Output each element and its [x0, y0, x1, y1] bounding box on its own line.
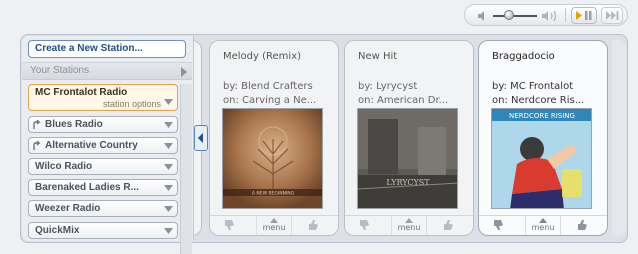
song-actions: menu — [345, 215, 473, 235]
album-art-text: A NEW BEGINNING — [252, 191, 295, 197]
station-item-weezer[interactable]: Weezer Radio — [28, 200, 178, 217]
station-item-mc-frontalot[interactable]: MC Frontalot Radio station options — [28, 84, 178, 111]
chevron-down-icon[interactable] — [164, 164, 173, 170]
station-name: Wilco Radio — [35, 161, 93, 172]
station-item-alternative-country[interactable]: Alternative Country — [28, 137, 178, 154]
album-art[interactable]: LYRYCYST — [357, 108, 458, 209]
menu-label: menu — [262, 223, 286, 232]
station-name: Alternative Country — [45, 140, 138, 151]
station-options-link[interactable]: station options — [103, 97, 161, 110]
song-artist[interactable]: by: MC Frontalot — [492, 81, 606, 92]
shared-station-icon — [33, 120, 41, 129]
volume-low-icon[interactable] — [477, 10, 489, 22]
song-artist[interactable]: by: Lyrycyst — [358, 81, 472, 92]
quickmix-label: QuickMix — [35, 225, 80, 236]
chevron-down-icon[interactable] — [164, 122, 173, 128]
station-item-blues[interactable]: Blues Radio — [28, 116, 178, 133]
chevron-right-icon — [181, 67, 187, 77]
station-name: Barenaked Ladies R... — [35, 182, 139, 193]
station-list-scrollbar[interactable] — [180, 84, 192, 254]
station-item-wilco[interactable]: Wilco Radio — [28, 158, 178, 175]
album-art[interactable]: A NEW BEGINNING — [222, 108, 323, 209]
song-artist[interactable]: by: Blend Crafters — [223, 81, 337, 92]
play-pause-icon — [576, 11, 592, 20]
volume-high-icon[interactable] — [541, 9, 559, 23]
song-menu-button[interactable]: menu — [256, 216, 292, 235]
play-pause-button[interactable] — [571, 7, 597, 24]
song-actions: menu — [479, 215, 607, 235]
chevron-left-icon — [198, 133, 203, 143]
song-card: Melody (Remix) by: Blend Crafters on: Ca… — [209, 40, 339, 236]
song-title: New Hit — [358, 51, 398, 62]
thumbs-up-icon[interactable] — [308, 219, 322, 231]
song-title: Braggadocio — [492, 51, 555, 62]
album-art-text: NERDCORE RISING — [509, 112, 575, 120]
song-menu-button[interactable]: menu — [391, 216, 427, 235]
song-actions: menu — [210, 215, 338, 235]
station-name: Blues Radio — [45, 119, 103, 130]
album-art[interactable]: NERDCORE RISING — [491, 108, 592, 209]
thumbs-down-icon[interactable] — [224, 219, 238, 231]
create-station-button[interactable]: Create a New Station... — [28, 40, 186, 58]
thumbs-down-icon[interactable] — [359, 219, 373, 231]
player-controls — [464, 4, 628, 26]
collapse-sidebar-button[interactable] — [194, 125, 208, 151]
frame-right-edge — [612, 40, 626, 236]
song-album[interactable]: on: American Dr... — [358, 95, 472, 106]
skip-icon — [606, 11, 619, 20]
album-art-image: NERDCORE RISING — [492, 109, 591, 208]
song-menu-button[interactable]: menu — [525, 216, 561, 235]
thumbs-down-icon[interactable] — [493, 219, 507, 231]
controls-divider — [565, 8, 566, 22]
album-art-image: A NEW BEGINNING — [223, 109, 322, 208]
current-song-card: Braggadocio by: MC Frontalot on: Nerdcor… — [478, 40, 608, 236]
chevron-down-icon[interactable] — [164, 228, 173, 234]
chevron-down-icon[interactable] — [164, 206, 173, 212]
menu-label: menu — [531, 223, 555, 232]
thumbs-up-icon[interactable] — [577, 219, 591, 231]
thumbs-up-icon[interactable] — [443, 219, 457, 231]
song-album[interactable]: on: Nerdcore Ris... — [492, 95, 606, 106]
volume-slider-track[interactable] — [493, 15, 537, 17]
station-sidebar: Create a New Station... Your Stations MC… — [22, 36, 194, 254]
volume-slider-handle[interactable] — [504, 10, 514, 20]
station-name: Weezer Radio — [35, 203, 101, 214]
album-art-text: LYRYCYST — [386, 178, 430, 187]
chevron-down-icon[interactable] — [164, 99, 173, 105]
song-card: New Hit by: Lyrycyst on: American Dr... … — [344, 40, 474, 236]
your-stations-label: Your Stations — [30, 65, 90, 76]
menu-label: menu — [397, 223, 421, 232]
quickmix-button[interactable]: QuickMix — [28, 222, 178, 239]
shared-station-icon — [33, 141, 41, 150]
station-item-barenaked-ladies[interactable]: Barenaked Ladies R... — [28, 179, 178, 196]
skip-button[interactable] — [601, 7, 623, 24]
chevron-down-icon[interactable] — [164, 143, 173, 149]
song-album[interactable]: on: Carving a Ne... — [223, 95, 337, 106]
chevron-down-icon[interactable] — [164, 185, 173, 191]
album-art-image: LYRYCYST — [358, 109, 457, 208]
song-title: Melody (Remix) — [223, 51, 302, 62]
your-stations-header[interactable]: Your Stations — [22, 62, 192, 80]
